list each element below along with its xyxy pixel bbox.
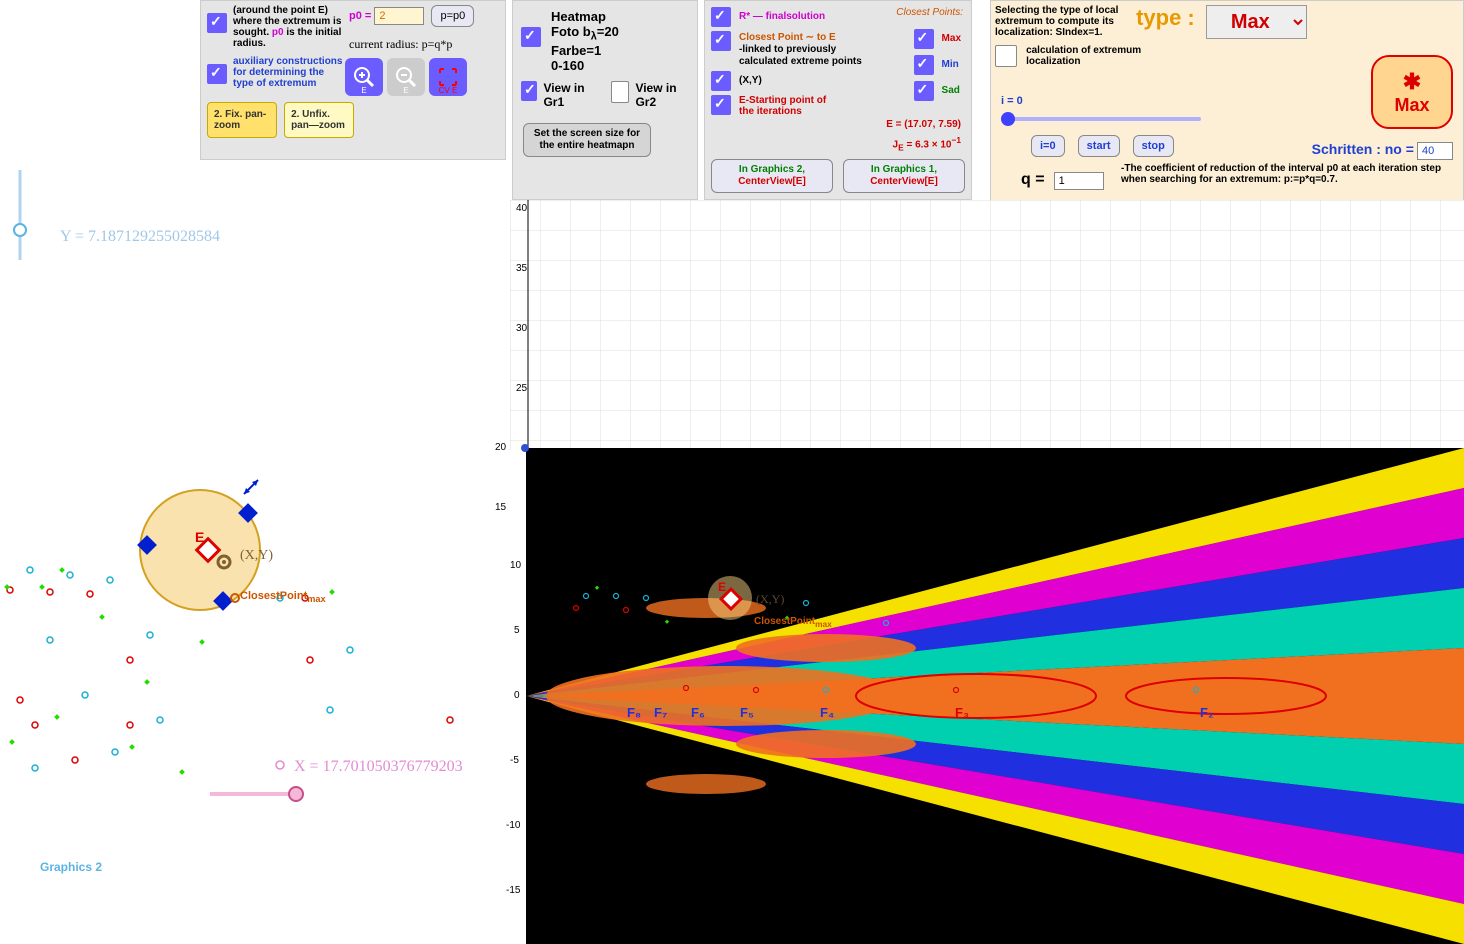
type-select[interactable]: Max — [1206, 5, 1307, 39]
panel-extremum: Selecting the type of local extremum to … — [990, 0, 1464, 208]
xy-label: (X,Y) — [739, 75, 762, 91]
view-gr1-label: View in Gr1 — [543, 81, 597, 109]
closest-point-label: ClosestPointmax — [240, 590, 326, 604]
panel-heatmap: Heatmap Foto bλ=20 Farbe=1 0-160 View in… — [512, 0, 698, 200]
f5: F₅ — [740, 705, 754, 720]
f4: F₄ — [820, 705, 834, 720]
schritten-row: Schritten : no = — [1312, 141, 1453, 160]
heat-cp-label: ClosestPointmax — [754, 616, 832, 629]
btn-center-g1[interactable]: In Graphics 1,CenterView[E] — [843, 159, 965, 193]
heatmap-text: Heatmap Foto bλ=20 Farbe=1 0-160 — [551, 9, 619, 73]
btn-center-g2[interactable]: In Graphics 2,CenterView[E] — [711, 159, 833, 193]
graphics2-label: Graphics 2 — [40, 860, 102, 874]
i-slider[interactable] — [1001, 117, 1201, 121]
tick-40: 40 — [516, 203, 527, 214]
extremum-desc: Selecting the type of local extremum to … — [995, 5, 1125, 38]
chk-heatmap[interactable] — [521, 27, 541, 47]
htick-0: 0 — [514, 690, 520, 701]
sad-label: Sad — [942, 85, 960, 101]
htick-m5: -5 — [510, 755, 519, 766]
graphics1-grid[interactable] — [510, 200, 1464, 450]
closest-header: Closest Points: — [896, 7, 963, 18]
aux-desc: auxiliary constructions for determining … — [233, 56, 343, 98]
heat-e-label: E — [718, 580, 726, 594]
chk-view-gr1[interactable] — [521, 81, 537, 101]
chk-view-gr2[interactable] — [611, 81, 629, 103]
no-input[interactable] — [1417, 142, 1453, 160]
f2: F₂ — [1200, 705, 1214, 720]
linked-label: -linked to previously calculated extreme… — [739, 44, 862, 67]
btn-stop[interactable]: stop — [1133, 135, 1174, 157]
chk-rfinal[interactable] — [711, 7, 731, 27]
radius-desc: (around the point E) where the extremum … — [233, 5, 343, 52]
tick-25: 25 — [516, 383, 527, 394]
f6: F₆ — [691, 705, 705, 720]
q-desc: -The coefficient of reduction of the int… — [1121, 163, 1451, 185]
chk-sad[interactable] — [914, 81, 934, 101]
htick-5: 5 — [514, 625, 520, 636]
je-value: JE = 6.3 × 10−1 — [893, 135, 961, 152]
panel-radius: (around the point E) where the extremum … — [200, 0, 506, 160]
htick-m15: -15 — [506, 885, 520, 896]
btn-screen-size[interactable]: Set the screen size for the entire heatm… — [523, 123, 651, 157]
btn-i0[interactable]: i=0 — [1031, 135, 1065, 157]
heatmap-canvas[interactable] — [526, 448, 1464, 944]
tick-30: 30 — [516, 323, 527, 334]
htick-10: 10 — [510, 560, 521, 571]
btn-zoom-in[interactable]: E — [345, 58, 383, 96]
q-input[interactable] — [1054, 172, 1104, 190]
max-label: Max — [942, 33, 961, 49]
y-value: Y = 7.187129255028584 — [60, 228, 220, 246]
btn-p-eq-p0[interactable]: p=p0 — [431, 5, 474, 27]
p0-label: p0 = — [349, 10, 371, 22]
start-pt-label: E-Starting point of the iterations — [739, 95, 839, 117]
e-point-label: E — [195, 529, 204, 545]
origin-dot[interactable] — [521, 444, 529, 452]
q-label: q = — [1021, 171, 1045, 188]
p0-input[interactable] — [374, 7, 424, 25]
htick-20: 20 — [495, 442, 506, 453]
chk-xy[interactable] — [711, 71, 731, 91]
f7: F₇ — [654, 705, 667, 720]
f8: F₈ — [627, 705, 641, 720]
btn-start[interactable]: start — [1078, 135, 1120, 157]
btn-fix-zoom[interactable]: 2. Fix. pan-zoom — [207, 102, 277, 138]
current-radius-text: current radius: p=q*p — [349, 37, 474, 52]
view-gr2-label: View in Gr2 — [635, 81, 689, 109]
rfinal-label: R* — finalsolution — [739, 11, 825, 27]
type-label: type : — [1136, 5, 1195, 30]
btn-unfix-zoom[interactable]: 2. Unfix. pan—zoom — [284, 102, 354, 138]
heat-xy-label: (X,Y) — [756, 592, 784, 607]
calc-loc-label: calculation of extremum localization — [1026, 45, 1186, 67]
chk-calc-loc[interactable] — [995, 45, 1017, 67]
btn-cv-e[interactable]: CV E — [429, 58, 467, 96]
chk-start[interactable] — [711, 95, 731, 115]
min-label: Min — [942, 59, 959, 75]
f3: F₃ — [955, 705, 969, 720]
htick-15: 15 — [495, 502, 506, 513]
tick-35: 35 — [516, 263, 527, 274]
chk-aux[interactable] — [207, 64, 227, 84]
closest-e-label: Closest Point ∼ to E — [739, 32, 836, 43]
chk-radius[interactable] — [207, 13, 227, 33]
btn-star-max[interactable]: ✱Max — [1371, 55, 1453, 129]
chk-min[interactable] — [914, 55, 934, 75]
panel-points: Closest Points: R* — finalsolution Close… — [704, 0, 972, 200]
x-value: X = 17.701050376779203 — [294, 758, 463, 776]
chk-closest[interactable] — [711, 31, 731, 51]
chk-max[interactable] — [914, 29, 934, 49]
e-value: E = (17.07, 7.59) — [886, 119, 961, 130]
btn-zoom-out[interactable]: E — [387, 58, 425, 96]
i-eq-label: i = 0 — [1001, 95, 1023, 107]
xy-point-label: (X,Y) — [240, 548, 273, 564]
htick-m10: -10 — [506, 820, 520, 831]
